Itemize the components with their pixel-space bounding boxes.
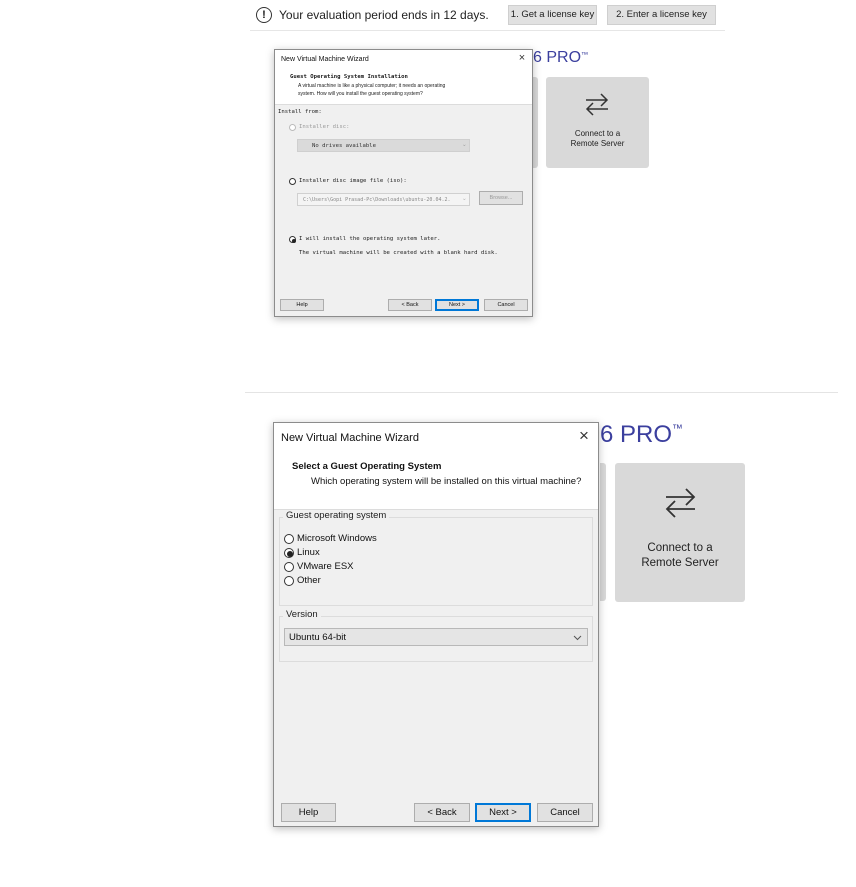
installer-disc-radio[interactable]: [289, 124, 296, 131]
new-vm-wizard-dialog: New Virtual Machine Wizard × Select a Gu…: [273, 422, 599, 827]
evaluation-message: Your evaluation period ends in 12 days.: [279, 8, 489, 22]
brand-title: 6 PRO™: [600, 421, 683, 448]
evaluation-banner: ! Your evaluation period ends in 12 days…: [250, 0, 725, 31]
hidden-tile-edge[interactable]: [600, 463, 606, 601]
connect-remote-server-tile[interactable]: Connect to a Remote Server: [546, 77, 649, 168]
get-license-key-button[interactable]: 1. Get a license key: [508, 5, 597, 25]
dialog-header: Select a Guest Operating System Which op…: [274, 452, 598, 509]
next-button[interactable]: Next >: [435, 299, 479, 311]
os-option-windows-radio[interactable]: [284, 534, 294, 544]
small-new-vm-wizard-dialog: New Virtual Machine Wizard × Guest Opera…: [274, 49, 533, 317]
os-option-esx-label: VMware ESX: [297, 561, 354, 572]
browse-button[interactable]: Browse...: [479, 191, 523, 205]
enter-license-key-button[interactable]: 2. Enter a license key: [607, 5, 716, 25]
page-heading: Select a Guest Operating System: [292, 461, 442, 472]
close-icon[interactable]: ×: [515, 52, 529, 64]
iso-image-label: Installer disc image file (iso):: [299, 178, 407, 184]
os-option-other-radio[interactable]: [284, 576, 294, 586]
version-select[interactable]: Ubuntu 64-bit: [284, 628, 588, 646]
page-subtitle-line2: system. How will you install the guest o…: [298, 91, 423, 97]
dialog-body: Guest operating system Microsoft Windows…: [274, 510, 598, 798]
hidden-tile-edge[interactable]: [533, 77, 538, 168]
install-later-label: I will install the operating system late…: [299, 236, 441, 242]
cancel-button[interactable]: Cancel: [537, 803, 593, 822]
guest-os-group-label: Guest operating system: [283, 510, 390, 521]
tile-label: Connect to a Remote Server: [570, 129, 625, 148]
page-subtitle: Which operating system will be installed…: [311, 476, 582, 487]
help-button[interactable]: Help: [280, 299, 324, 311]
version-value: Ubuntu 64-bit: [289, 632, 347, 643]
os-option-windows-label: Microsoft Windows: [297, 533, 377, 544]
warning-icon: !: [256, 7, 272, 23]
installer-disc-select[interactable]: No drives available ⌄: [297, 139, 470, 152]
section-divider: [245, 392, 838, 393]
iso-path-value: C:\Users\Gopi Prasad-Pc\Downloads\ubuntu…: [303, 197, 451, 203]
os-option-linux-radio[interactable]: [284, 548, 294, 558]
os-option-esx-radio[interactable]: [284, 562, 294, 572]
install-later-description: The virtual machine will be created with…: [299, 250, 498, 256]
help-button[interactable]: Help: [281, 803, 336, 822]
dialog-body: Install from: Installer disc: No drives …: [275, 105, 532, 295]
close-icon[interactable]: ×: [574, 426, 594, 446]
iso-path-input[interactable]: C:\Users\Gopi Prasad-Pc\Downloads\ubuntu…: [297, 193, 470, 206]
brand-title: 6 PRO™: [533, 49, 589, 66]
page-heading: Guest Operating System Installation: [290, 74, 408, 80]
iso-image-radio[interactable]: [289, 178, 296, 185]
dialog-footer: Help < Back Next > Cancel: [274, 798, 598, 826]
back-button[interactable]: < Back: [414, 803, 470, 822]
install-later-radio[interactable]: [289, 236, 296, 243]
dialog-footer: Help < Back Next > Cancel: [275, 295, 532, 316]
dialog-title: New Virtual Machine Wizard: [281, 56, 369, 63]
os-option-linux-label: Linux: [297, 547, 320, 558]
back-button[interactable]: < Back: [388, 299, 432, 311]
os-option-other-label: Other: [297, 575, 321, 586]
swap-arrows-icon: [585, 93, 609, 116]
version-group-label: Version: [283, 609, 321, 620]
chevron-down-icon: [573, 635, 582, 641]
chevron-down-icon: ⌄: [462, 142, 467, 148]
cancel-button[interactable]: Cancel: [484, 299, 528, 311]
chevron-down-icon: ⌄: [462, 196, 467, 202]
connect-remote-server-tile[interactable]: Connect to a Remote Server: [615, 463, 745, 602]
installer-disc-value: No drives available: [312, 143, 376, 149]
installer-disc-label: Installer disc:: [299, 124, 350, 130]
install-from-label: Install from:: [278, 109, 322, 115]
dialog-title: New Virtual Machine Wizard: [281, 432, 419, 444]
page-subtitle-line1: A virtual machine is like a physical com…: [298, 83, 446, 89]
tile-label: Connect to a Remote Server: [641, 542, 719, 569]
swap-arrows-icon: [665, 488, 696, 518]
next-button[interactable]: Next >: [475, 803, 531, 822]
dialog-header: Guest Operating System Installation A vi…: [275, 67, 532, 104]
